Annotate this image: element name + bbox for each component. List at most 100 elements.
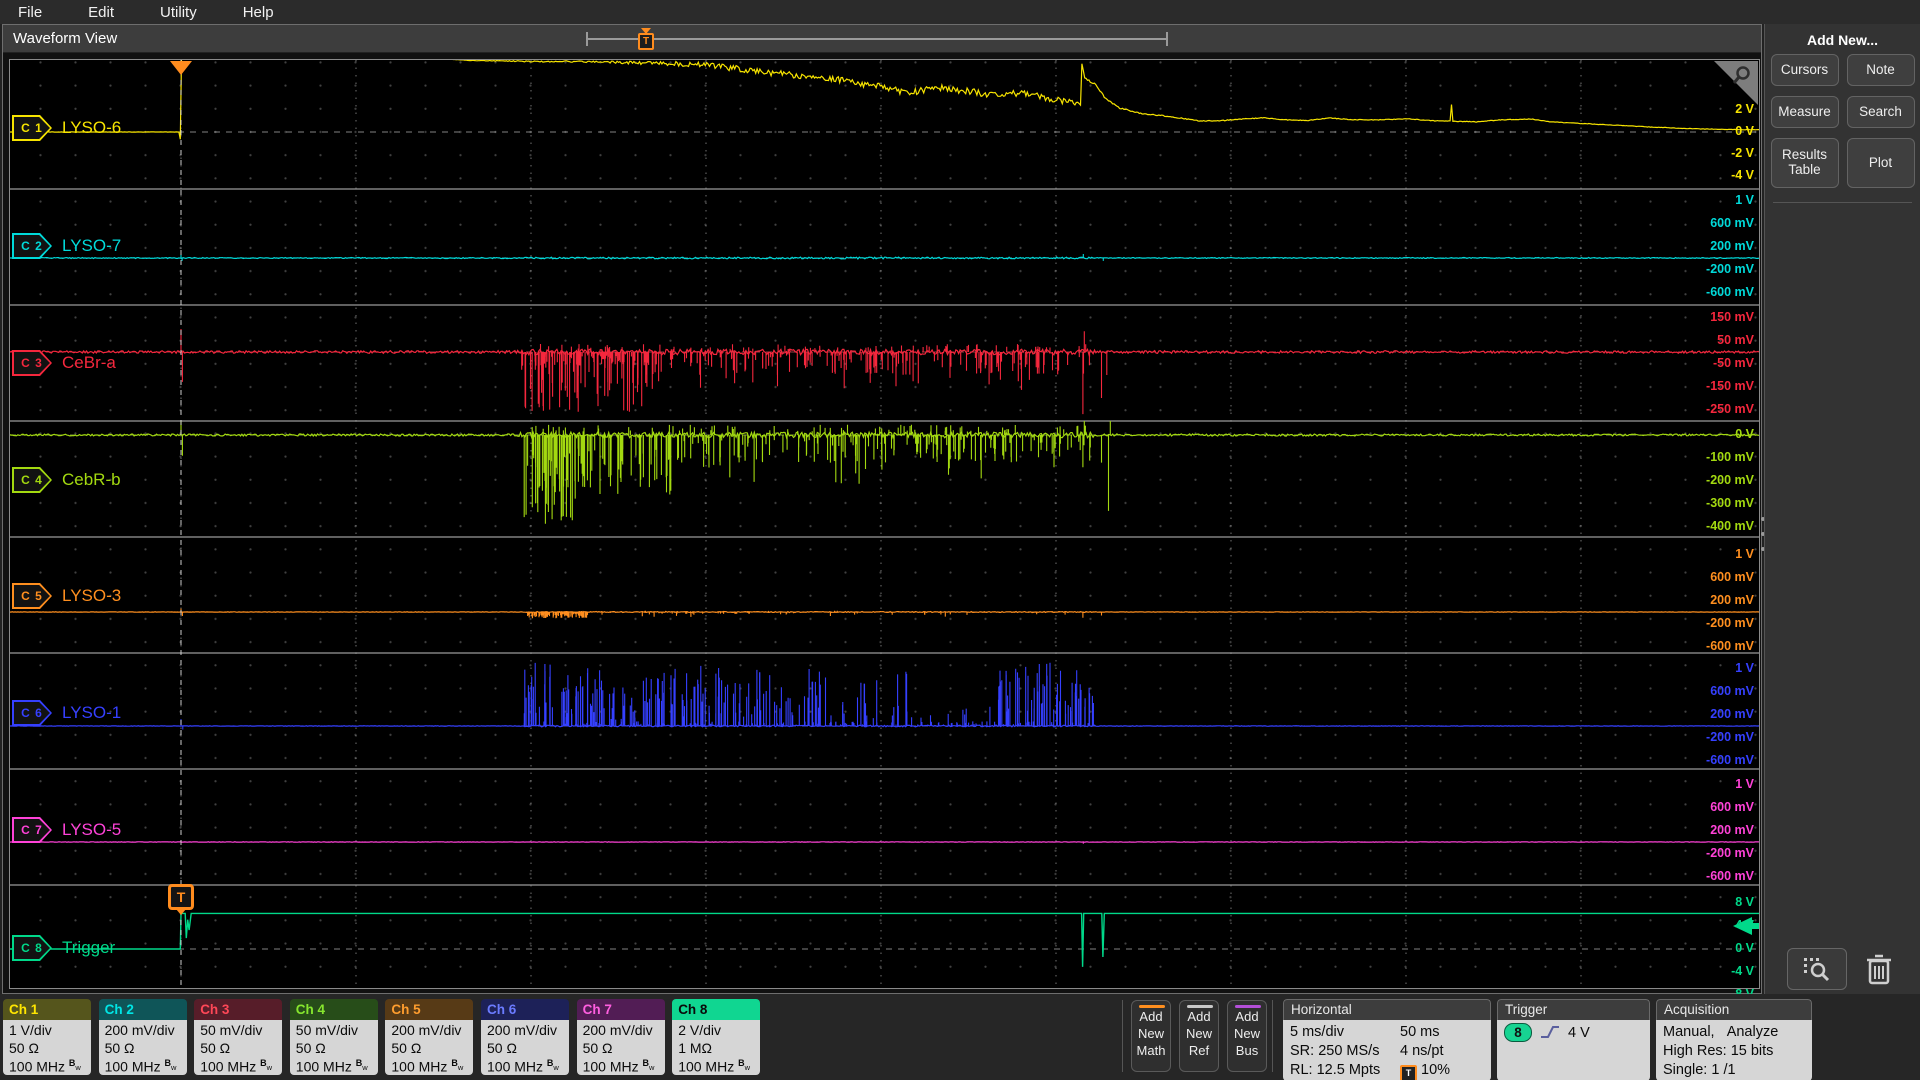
add-new-title: Add New... [1765,32,1920,48]
record-right-bracket [1166,32,1168,46]
trigger-level: 4 V [1568,1025,1590,1041]
channel-badge-title: Ch 8 [672,999,760,1020]
plot-button[interactable]: Plot [1847,138,1915,188]
acquisition-detail: High Res: 15 bits [1663,1042,1805,1061]
channel-settings-badge-1[interactable]: Ch 1 1 V/div50 Ω100 MHz Bw [3,999,91,1075]
zoom-mode-button[interactable] [1787,948,1847,990]
channel-tag-c6[interactable]: C 6 [12,700,52,726]
channel-tag-c7[interactable]: C 7 [12,817,52,843]
menu-help[interactable]: Help [243,4,274,21]
bottom-divider [1122,1000,1123,1072]
record-left-bracket [586,32,588,46]
trace-trigger [10,913,1759,966]
trace-lyso-3 [10,609,1759,619]
cursors-button[interactable]: Cursors [1771,54,1839,86]
settings-bar: Ch 1 1 V/div50 Ω100 MHz BwCh 2 200 mV/di… [0,994,1920,1080]
acquisition-sequence: Single: 1 /1 [1663,1061,1805,1080]
waveform-plot[interactable]: 2 V0 V-2 V-4 VC 1LYSO-61 V600 mV200 mV-2… [9,59,1760,989]
horizontal-resolution: 4 ns/pt [1400,1042,1444,1061]
channel-tag-c5[interactable]: C 5 [12,583,52,609]
trace-lyso-7 [10,254,1759,261]
channel-badge-title: Ch 4 [290,999,378,1020]
channel-tag-c4[interactable]: C 4 [12,467,52,493]
channel-tag-c8[interactable]: C 8 [12,935,52,961]
channel-badge-settings: 50 mV/div50 Ω100 MHz Bw [290,1020,378,1075]
horizontal-record-length: RL: 12.5 Mpts [1290,1061,1400,1080]
channel-settings-badge-3[interactable]: Ch 3 50 mV/div50 Ω100 MHz Bw [194,999,282,1075]
button-color-strip [1187,1005,1213,1008]
trace-lyso-6 [10,60,1759,139]
channel-badge-settings: 200 mV/div50 Ω100 MHz Bw [481,1020,569,1075]
trace-cebr-a [10,329,1759,414]
acquisition-panel[interactable]: Acquisition Manual, Analyze High Res: 15… [1656,999,1812,1080]
note-button[interactable]: Note [1847,54,1915,86]
waveform-tab-bar: Waveform View T [3,25,1761,53]
trigger-t-icon: T [1400,1065,1417,1080]
channel-badge-title: Ch 3 [194,999,282,1020]
channel-badge-settings: 200 mV/div50 Ω100 MHz Bw [385,1020,473,1075]
record-view-line [586,38,1168,40]
horizontal-panel-title: Horizontal [1283,999,1491,1020]
trigger-position-flag[interactable]: T [638,28,654,50]
trace-lyso-5 [10,840,1759,843]
trigger-position-top-marker-icon[interactable] [170,61,192,75]
add-new-grid: Cursors Note Measure Search Results Tabl… [1765,54,1920,188]
results-table-button[interactable]: Results Table [1771,138,1839,188]
search-button[interactable]: Search [1847,96,1915,128]
acquisition-analyze: Analyze [1727,1024,1779,1040]
channel-badge-settings: 200 mV/div50 Ω100 MHz Bw [99,1020,187,1075]
trash-button[interactable] [1857,950,1901,988]
channel-badge-title: Ch 7 [577,999,665,1020]
channel-badge-title: Ch 5 [385,999,473,1020]
trigger-event-marker-icon[interactable]: T [168,884,194,910]
trace-lyso-1 [10,663,1759,730]
channel-badge-title: Ch 6 [481,999,569,1020]
add-new-bus-button[interactable]: AddNewBus [1227,1000,1267,1072]
trace-cebr-b [10,412,1759,524]
horizontal-sample-rate: SR: 250 MS/s [1290,1042,1400,1061]
menu-edit[interactable]: Edit [88,4,114,21]
waveform-view-title: Waveform View [13,30,117,47]
channel-settings-badge-6[interactable]: Ch 6 200 mV/div50 Ω100 MHz Bw [481,999,569,1075]
results-sidebar: Add New... Cursors Note Measure Search R… [1764,24,1920,994]
button-color-strip [1139,1005,1165,1008]
channel-badge-settings: 50 mV/div50 Ω100 MHz Bw [194,1020,282,1075]
menu-bar: File Edit Utility Help [0,0,1920,24]
menu-file[interactable]: File [18,4,42,21]
trash-icon [1864,952,1894,986]
channel-tag-c1[interactable]: C 1 [12,115,52,141]
measure-button[interactable]: Measure [1771,96,1839,128]
sidebar-divider [1773,202,1912,203]
channel-tag-c3[interactable]: C 3 [12,350,52,376]
bottom-divider [1272,1000,1273,1072]
horizontal-panel[interactable]: Horizontal 5 ms/div50 ms SR: 250 MS/s4 n… [1283,999,1491,1080]
trigger-source-badge: 8 [1504,1023,1532,1042]
add-new-ref-button[interactable]: AddNewRef [1179,1000,1219,1072]
horizontal-scale: 5 ms/div [1290,1023,1400,1042]
acquisition-panel-title: Acquisition [1656,999,1812,1020]
waveform-view-frame: Waveform View T 2 V0 V-2 V-4 VC 1LYSO-61… [2,24,1762,994]
add-new-math-button[interactable]: AddNewMath [1131,1000,1171,1072]
horizontal-position: T10% [1400,1061,1450,1080]
horizontal-position-indicator[interactable]: T [586,28,1168,50]
channel-settings-badge-8[interactable]: Ch 8 2 V/div1 MΩ100 MHz Bw [672,999,760,1075]
channel-tag-c2[interactable]: C 2 [12,233,52,259]
waveform-canvas [10,60,1759,988]
channel-badge-title: Ch 1 [3,999,91,1020]
channel-settings-badge-4[interactable]: Ch 4 50 mV/div50 Ω100 MHz Bw [290,999,378,1075]
channel-badge-settings: 1 V/div50 Ω100 MHz Bw [3,1020,91,1075]
channel-badge-title: Ch 2 [99,999,187,1020]
trigger-panel-title: Trigger [1497,999,1650,1020]
channel-settings-badge-7[interactable]: Ch 7 200 mV/div50 Ω100 MHz Bw [577,999,665,1075]
button-color-strip [1235,1005,1261,1008]
horizontal-duration: 50 ms [1400,1023,1440,1042]
channel-settings-badge-2[interactable]: Ch 2 200 mV/div50 Ω100 MHz Bw [99,999,187,1075]
channel-badge-settings: 200 mV/div50 Ω100 MHz Bw [577,1020,665,1075]
channel-settings-badge-5[interactable]: Ch 5 200 mV/div50 Ω100 MHz Bw [385,999,473,1075]
oscilloscope-app: File Edit Utility Help Waveform View T 2… [0,0,1920,1080]
trigger-level-arrow-icon [1733,917,1759,935]
menu-utility[interactable]: Utility [160,4,197,21]
trigger-panel[interactable]: Trigger 8 4 V [1497,999,1650,1080]
corner-magnifier-icon [1731,65,1753,87]
zoom-mode-icon [1800,955,1834,983]
